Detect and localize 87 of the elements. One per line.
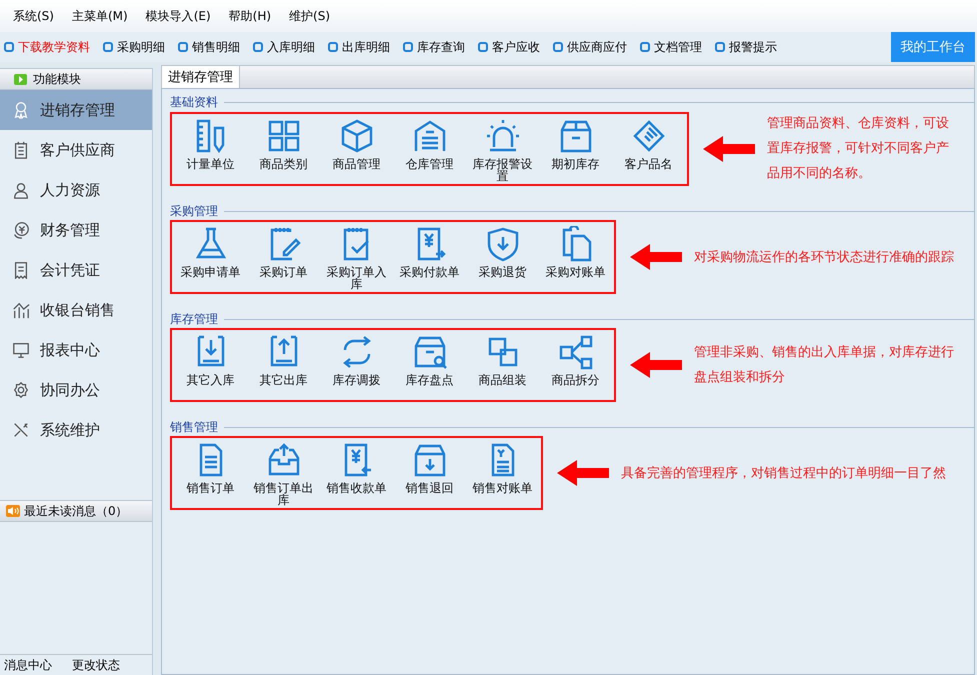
menu-item[interactable]: 维护(S): [280, 8, 340, 24]
clipboard-icon: [12, 141, 30, 159]
arrow-icon: [630, 244, 682, 270]
module-button[interactable]: 采购申请单: [174, 226, 247, 290]
module-button[interactable]: 期初库存: [539, 118, 612, 182]
module-button[interactable]: 销售订单出库: [247, 442, 320, 506]
sidebar-label: 系统维护: [40, 420, 100, 440]
bar-chart-icon: [12, 301, 30, 319]
section-title: 库存管理: [170, 310, 218, 328]
annotation-text: 管理商品资料、仓库资料，可设置库存报警，可针对不同客户产品用不同的名称。: [767, 115, 950, 183]
sidebar-label: 财务管理: [40, 220, 100, 240]
module-button[interactable]: 商品管理: [320, 118, 393, 182]
play-icon: [14, 74, 27, 84]
module-button[interactable]: 采购订单: [247, 226, 320, 290]
menu-item[interactable]: 主菜单(M): [62, 8, 137, 24]
arrow-icon: [703, 136, 755, 162]
sidebar-label: 会计凭证: [40, 260, 100, 280]
section-title: 基础资料: [170, 94, 218, 110]
receipt-icon: [12, 261, 30, 279]
arrow-icon: [630, 352, 682, 378]
module-button[interactable]: 采购订单入库: [320, 226, 393, 290]
module-button[interactable]: 其它出库: [247, 334, 320, 398]
toolbar-link[interactable]: 销售明细: [192, 38, 240, 56]
panel-title: 最近未读消息（0）: [24, 502, 128, 520]
module-button[interactable]: 销售退回: [393, 442, 466, 506]
module-button[interactable]: 销售订单: [174, 442, 247, 506]
sidebar-item[interactable]: 进销存管理: [0, 90, 152, 130]
toolbar-link[interactable]: 出库明细: [342, 38, 390, 56]
toolbar-link[interactable]: 供应商应付: [567, 38, 627, 56]
module-button[interactable]: 仓库管理: [393, 118, 466, 182]
sidebar-label: 人力资源: [40, 180, 100, 200]
arrow-icon: [557, 460, 609, 486]
module-button[interactable]: 计量单位: [174, 118, 247, 182]
sidebar-item[interactable]: 财务管理: [0, 210, 152, 250]
sidebar-label: 协同办公: [40, 380, 100, 400]
toolbar-link[interactable]: 报警提示: [729, 38, 777, 56]
tools-icon: [12, 421, 30, 439]
alarm-light-icon: [484, 118, 520, 154]
sidebar-label: 客户供应商: [40, 140, 115, 160]
toolbar-link[interactable]: 文档管理: [654, 38, 702, 56]
toolbar-link[interactable]: 客户应收: [492, 38, 540, 56]
section-title: 采购管理: [170, 202, 218, 220]
module-button[interactable]: 客户品名: [612, 118, 685, 182]
coin-icon: [12, 221, 30, 239]
speaker-icon: [6, 505, 20, 517]
module-button[interactable]: 商品拆分: [539, 334, 612, 398]
module-button[interactable]: 销售收款单: [320, 442, 393, 506]
sidebar-item[interactable]: 会计凭证: [0, 250, 152, 290]
panel-title: 功能模块: [33, 70, 81, 88]
sidebar-label: 报表中心: [40, 340, 100, 360]
toolbar-link[interactable]: 采购明细: [117, 38, 165, 56]
module-button[interactable]: 采购付款单: [393, 226, 466, 290]
module-button[interactable]: 库存报警设置: [466, 118, 539, 182]
module-button[interactable]: 销售对账单: [466, 442, 539, 506]
monitor-icon: [12, 341, 30, 359]
module-button[interactable]: 库存调拨: [320, 334, 393, 398]
tab[interactable]: 进销存管理: [162, 66, 240, 88]
section-title: 销售管理: [170, 418, 218, 436]
module-button[interactable]: 库存盘点: [393, 334, 466, 398]
module-button[interactable]: 采购退货: [466, 226, 539, 290]
gear-icon: [12, 381, 30, 399]
sidebar-item[interactable]: 系统维护: [0, 410, 152, 450]
sidebar-label: 收银台销售: [40, 300, 115, 320]
module-button[interactable]: 商品类别: [247, 118, 320, 182]
module-button[interactable]: 其它入库: [174, 334, 247, 398]
person-icon: [12, 181, 30, 199]
menu-item[interactable]: 帮助(H): [220, 8, 280, 24]
sidebar-item[interactable]: 收银台销售: [0, 290, 152, 330]
toolbar-link[interactable]: 入库明细: [267, 38, 315, 56]
module-button[interactable]: 采购对账单: [539, 226, 612, 290]
module-button[interactable]: 商品组装: [466, 334, 539, 398]
sidebar-item[interactable]: 报表中心: [0, 330, 152, 370]
annotation-text: 对采购物流运作的各环节状态进行准确的跟踪: [694, 248, 955, 266]
menu-item[interactable]: 系统(S): [4, 8, 63, 24]
toolbar-link[interactable]: 库存查询: [417, 38, 465, 56]
menu-item[interactable]: 模块导入(E): [136, 8, 220, 24]
sidebar-item[interactable]: 协同办公: [0, 370, 152, 410]
tag-icon: [630, 118, 666, 154]
hierarchy-icon: [558, 334, 594, 370]
annotation-text: 具备完善的管理程序，对销售过程中的订单明细一目了然: [621, 464, 947, 482]
sidebar-item[interactable]: 人力资源: [0, 170, 152, 210]
sidebar-item[interactable]: 客户供应商: [0, 130, 152, 170]
sidebar-label: 进销存管理: [40, 100, 115, 120]
award-icon: [12, 101, 30, 119]
footer-link[interactable]: 消息中心: [4, 657, 52, 673]
annotation-text: 管理非采购、销售的出入库单据，对库存进行盘点组装和拆分: [694, 344, 955, 387]
footer-link[interactable]: 更改状态: [72, 657, 120, 673]
